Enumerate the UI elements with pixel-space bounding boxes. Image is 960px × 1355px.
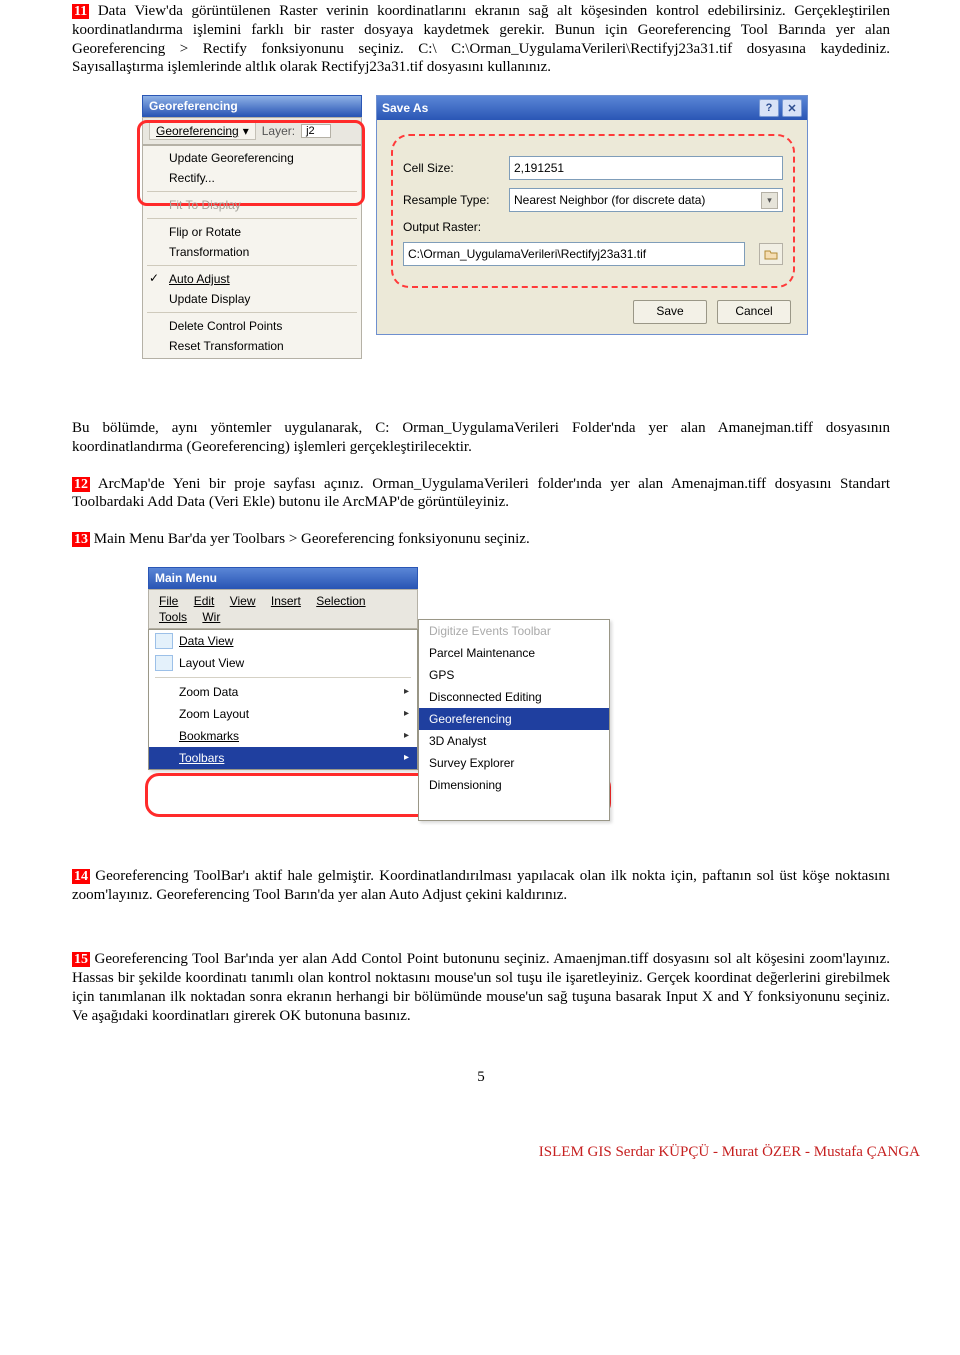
menu-update-display[interactable]: Update Display (143, 289, 361, 309)
figure-main-menu: Main Menu File Edit View Insert Selectio… (148, 567, 890, 821)
menu-auto-adjust[interactable]: ✓ Auto Adjust (143, 269, 361, 289)
main-menu-bar: File Edit View Insert Selection Tools Wi… (148, 589, 418, 629)
step-13-paragraph: 13 Main Menu Bar'da yer Toolbars > Geore… (72, 530, 890, 549)
layer-field[interactable]: j2 (301, 124, 331, 138)
view-dropdown: Data View Layout View Zoom Data▸ Zoom La… (148, 629, 418, 770)
step-11-num: 11 (72, 4, 89, 19)
browse-button[interactable] (759, 243, 783, 265)
layer-label: Layer: (262, 124, 295, 138)
submenu-3d-analyst[interactable]: 3D Analyst (419, 730, 609, 752)
submenu-digitize[interactable]: Digitize Events Toolbar (419, 620, 609, 642)
menu-separator (147, 191, 357, 192)
main-menu-left: Main Menu File Edit View Insert Selectio… (148, 567, 418, 821)
check-icon: ✓ (149, 271, 159, 285)
close-button[interactable]: ✕ (782, 99, 802, 117)
menu-layout-view[interactable]: Layout View (149, 652, 417, 674)
output-path-input[interactable]: C:\Orman_UygulamaVerileri\Rectifyj23a31.… (403, 242, 745, 266)
submenu-georeferencing[interactable]: Georeferencing (419, 708, 609, 730)
step-12-num: 12 (72, 477, 90, 492)
georeferencing-menu: Georeferencing Georeferencing ▾ Layer: j… (142, 95, 362, 359)
menu-edit[interactable]: Edit (188, 593, 221, 609)
step-14-paragraph: 14 Georeferencing ToolBar'ı aktif hale g… (72, 867, 890, 905)
resample-select[interactable]: Nearest Neighbor (for discrete data) ▾ (509, 188, 783, 212)
toolbars-submenu: Digitize Events Toolbar Parcel Maintenan… (418, 619, 610, 821)
menu-delete-control-points[interactable]: Delete Control Points (143, 316, 361, 336)
save-as-dialog: Save As ? ✕ Cell Size: 2,191251 Resample… (376, 95, 808, 335)
georeferencing-toolbar: Georeferencing ▾ Layer: j2 (142, 117, 362, 145)
cancel-button[interactable]: Cancel (717, 300, 791, 324)
chevron-right-icon: ▸ (404, 730, 409, 741)
mid-paragraph: Bu bölümde, aynı yöntemler uygulanarak, … (72, 419, 890, 457)
cellsize-input[interactable]: 2,191251 (509, 156, 783, 180)
main-menu-title: Main Menu (148, 567, 418, 589)
submenu-dimensioning[interactable]: Dimensioning (419, 774, 609, 796)
figure-row-1: Georeferencing Georeferencing ▾ Layer: j… (142, 95, 890, 359)
georeferencing-dropdown[interactable]: Georeferencing ▾ (149, 122, 256, 140)
step-15-text: Georeferencing Tool Bar'ında yer alan Ad… (72, 951, 890, 1023)
menu-separator (147, 218, 357, 219)
step-11-paragraph: 11 Data View'da görüntülenen Raster veri… (72, 2, 890, 77)
menu-view[interactable]: View (224, 593, 262, 609)
save-button[interactable]: Save (633, 300, 707, 324)
cellsize-label: Cell Size: (403, 161, 501, 175)
step-12-paragraph: 12 ArcMap'de Yeni bir proje sayfası açın… (72, 475, 890, 513)
menu-separator (147, 265, 357, 266)
step-13-text: Main Menu Bar'da yer Toolbars > Georefer… (94, 531, 530, 547)
step-11-text: Data View'da görüntülenen Raster verinin… (72, 3, 890, 75)
step-15-paragraph: 15 Georeferencing Tool Bar'ında yer alan… (72, 950, 890, 1025)
menu-wir[interactable]: Wir (196, 609, 226, 625)
folder-open-icon (764, 248, 778, 260)
resample-label: Resample Type: (403, 193, 501, 207)
menu-insert[interactable]: Insert (265, 593, 307, 609)
menu-data-view[interactable]: Data View (149, 630, 417, 652)
footer-credits: ISLEM GIS Serdar KÜPÇÜ - Murat ÖZER - Mu… (0, 1144, 960, 1161)
georeferencing-title: Georeferencing (142, 95, 362, 117)
submenu-gps[interactable]: GPS (419, 664, 609, 686)
chevron-down-icon: ▾ (243, 124, 249, 138)
chevron-right-icon: ▸ (404, 686, 409, 697)
step-15-num: 15 (72, 952, 90, 967)
step-13-num: 13 (72, 532, 90, 547)
chevron-down-icon: ▾ (761, 192, 778, 209)
submenu-survey[interactable]: Survey Explorer (419, 752, 609, 774)
chevron-right-icon: ▸ (404, 752, 409, 763)
step-14-text: Georeferencing ToolBar'ı aktif hale gelm… (72, 868, 890, 903)
save-as-titlebar: Save As ? ✕ (377, 96, 807, 120)
menu-fit-to-display: Fit To Display (143, 195, 361, 215)
help-button[interactable]: ? (759, 99, 779, 117)
menu-tools[interactable]: Tools (153, 609, 193, 625)
menu-flip-rotate[interactable]: Flip or Rotate (143, 222, 361, 242)
page-number: 5 (72, 1069, 890, 1086)
menu-reset-transformation[interactable]: Reset Transformation (143, 336, 361, 356)
menu-bookmarks[interactable]: Bookmarks▸ (149, 725, 417, 747)
menu-rectify[interactable]: Rectify... (143, 168, 361, 188)
save-as-title-text: Save As (382, 101, 428, 115)
menu-selection[interactable]: Selection (310, 593, 371, 609)
menu-zoom-data[interactable]: Zoom Data▸ (149, 681, 417, 703)
menu-update-georeferencing[interactable]: Update Georeferencing (143, 148, 361, 168)
georeferencing-menu-list: Update Georeferencing Rectify... Fit To … (142, 145, 362, 359)
submenu-parcel[interactable]: Parcel Maintenance (419, 642, 609, 664)
menu-transformation[interactable]: Transformation (143, 242, 361, 262)
menu-zoom-layout[interactable]: Zoom Layout▸ (149, 703, 417, 725)
layout-icon (155, 655, 173, 671)
menu-toolbars[interactable]: Toolbars▸ (149, 747, 417, 769)
step-14-num: 14 (72, 869, 90, 884)
chevron-right-icon: ▸ (404, 708, 409, 719)
output-raster-label: Output Raster: (403, 220, 501, 234)
highlighted-group: Cell Size: 2,191251 Resample Type: Neare… (391, 134, 795, 288)
menu-file[interactable]: File (153, 593, 184, 609)
submenu-disconnected[interactable]: Disconnected Editing (419, 686, 609, 708)
menu-separator (147, 312, 357, 313)
step-12-text: ArcMap'de Yeni bir proje sayfası açınız.… (72, 476, 890, 511)
globe-icon (155, 633, 173, 649)
menu-separator (155, 677, 411, 678)
